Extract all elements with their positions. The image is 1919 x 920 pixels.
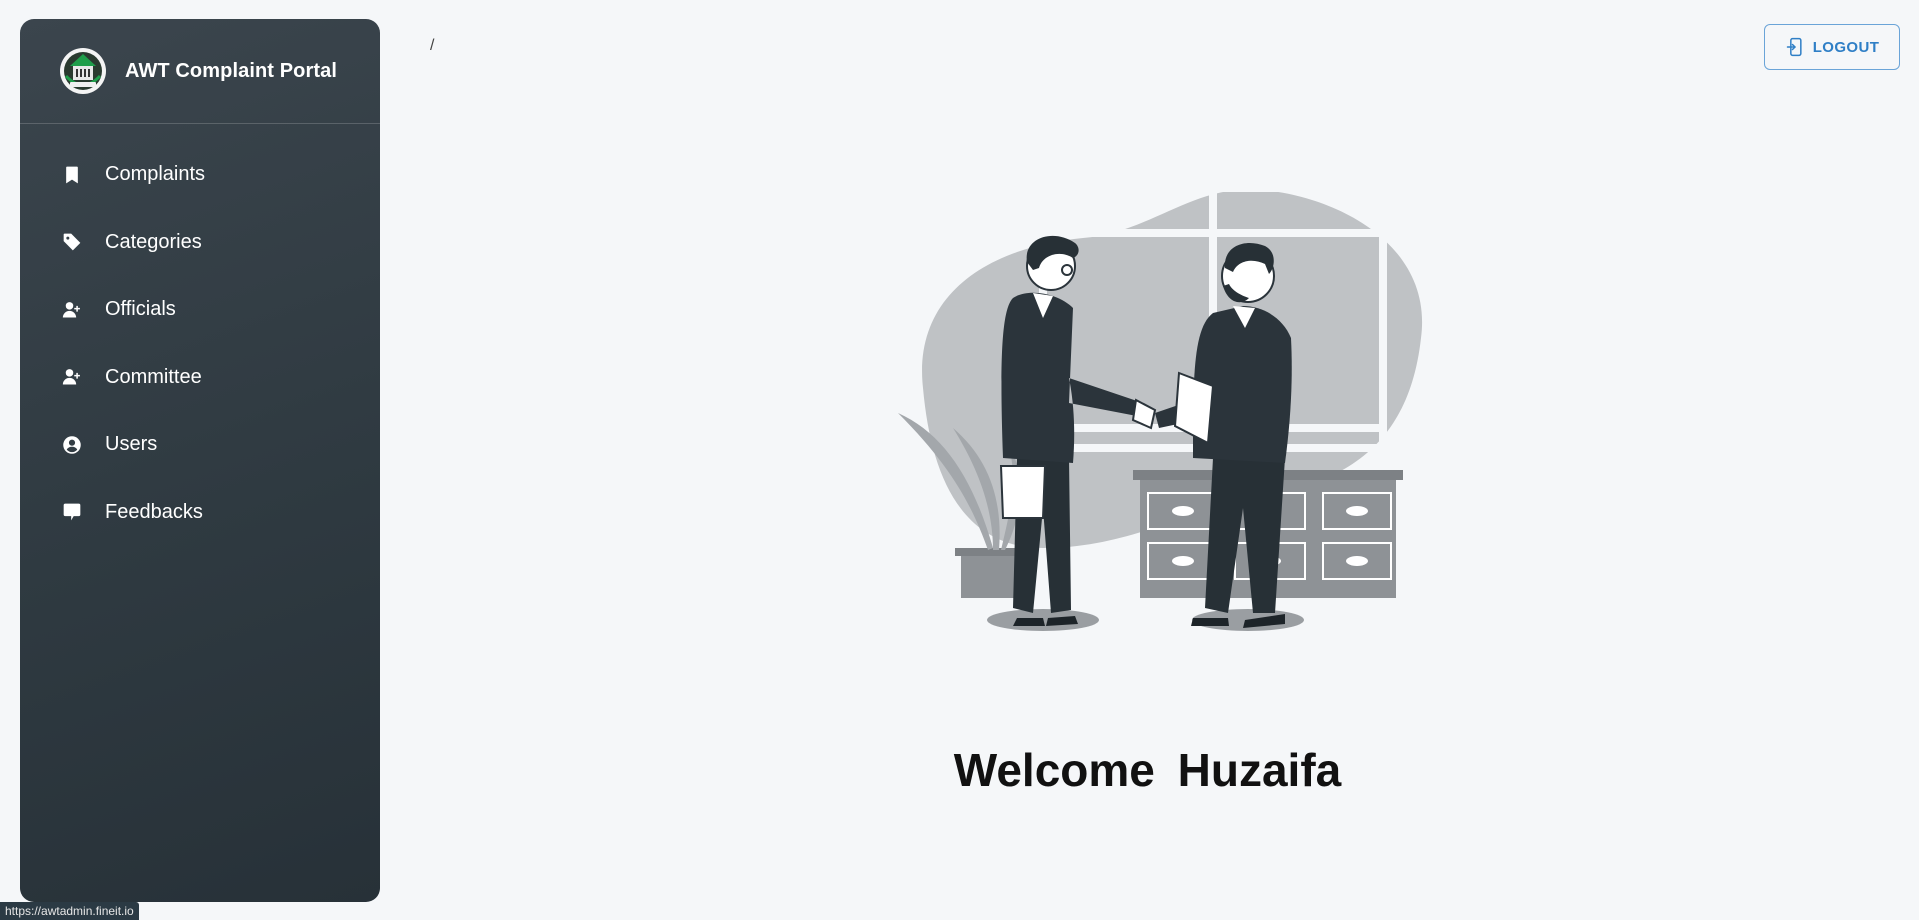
sidebar-item-label: Complaints: [105, 163, 206, 186]
bookmark-icon: [62, 164, 82, 186]
brand-header[interactable]: AWT Complaint Portal: [20, 19, 380, 124]
app-title: AWT Complaint Portal: [125, 59, 337, 82]
sidebar-item-complaints[interactable]: Complaints: [20, 141, 380, 209]
user-name: Huzaifa: [1177, 744, 1342, 796]
sidebar-item-users[interactable]: Users: [20, 411, 380, 479]
sidebar-item-label: Categories: [105, 230, 202, 253]
logout-button[interactable]: LOGOUT: [1764, 24, 1900, 70]
welcome-text: Welcome: [953, 744, 1155, 796]
sidebar-item-label: Users: [105, 433, 158, 456]
handshake-illustration: [898, 188, 1423, 631]
logout-label: LOGOUT: [1812, 38, 1880, 56]
chat-bubble-icon: [62, 501, 82, 523]
user-plus-icon: [62, 366, 82, 388]
breadcrumb: /: [430, 37, 435, 54]
sidebar-item-label: Feedbacks: [105, 500, 203, 523]
user-plus-icon: [62, 299, 82, 321]
sidebar-item-committee[interactable]: Committee: [20, 344, 380, 412]
logo-emblem-icon: [60, 48, 106, 94]
status-bar-url: https://awtadmin.fineit.io: [0, 902, 139, 920]
sidebar-item-officials[interactable]: Officials: [20, 276, 380, 344]
logout-icon: [1786, 37, 1802, 57]
sidebar-nav: Complaints Categories Officials Committe…: [20, 124, 380, 546]
sidebar-item-label: Committee: [105, 365, 202, 388]
sidebar-item-categories[interactable]: Categories: [20, 209, 380, 277]
tag-icon: [62, 231, 82, 253]
sidebar-item-label: Officials: [105, 298, 176, 321]
welcome-heading: Welcome Huzaifa: [0, 743, 1919, 797]
user-circle-icon: [62, 434, 82, 456]
sidebar-item-feedbacks[interactable]: Feedbacks: [20, 479, 380, 547]
